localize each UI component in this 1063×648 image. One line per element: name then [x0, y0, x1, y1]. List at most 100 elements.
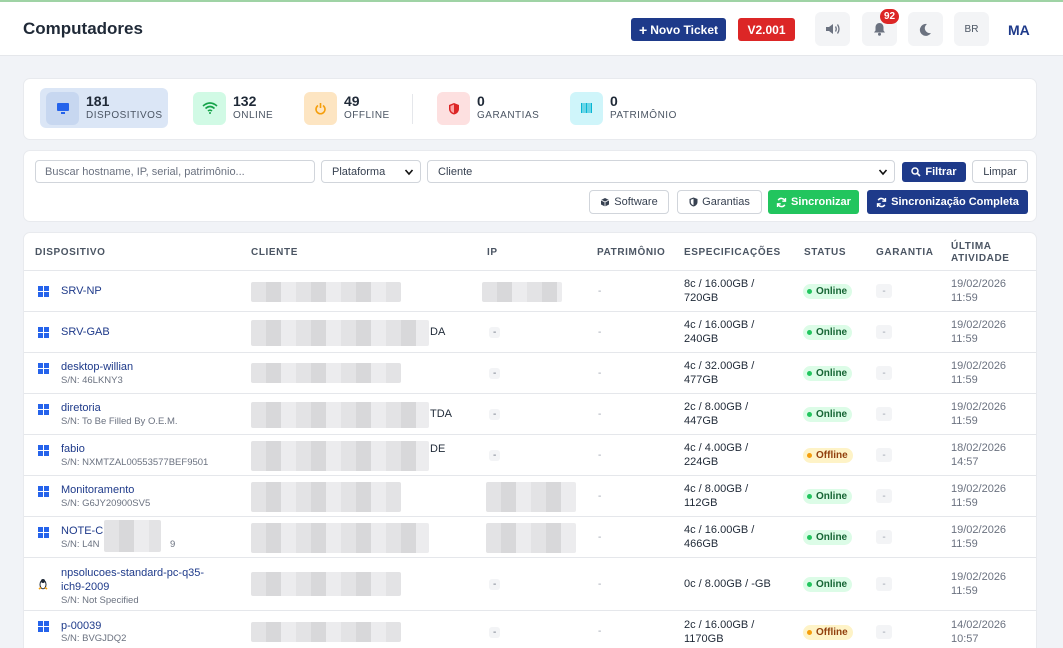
table-row[interactable]: SRV-NP - 8c / 16.00GB /720GB Online - 19… [24, 271, 1036, 312]
stat-online-value: 132 [233, 92, 257, 109]
warranty-badge: - [876, 366, 892, 380]
notification-count-badge: 92 [880, 9, 900, 24]
theme-toggle-button[interactable] [908, 12, 943, 46]
stat-devices[interactable]: 181 DISPOSITIVOS [40, 88, 168, 128]
shield-icon [437, 91, 470, 125]
filter-button[interactable]: Filtrar [902, 162, 966, 182]
version-button[interactable]: V2.001 [738, 18, 795, 41]
last-activity: 19/02/2026 11:59 [951, 278, 1007, 304]
last-activity: 18/02/2026 14:57 [951, 442, 1007, 468]
last-activity: 19/02/2026 11:59 [951, 360, 1007, 386]
device-serial: S/N: BVGJDQ2 [61, 633, 127, 644]
col-client[interactable]: CLIENTE [251, 247, 298, 259]
user-avatar[interactable]: MA [1008, 22, 1030, 38]
col-ip[interactable]: IP [487, 247, 498, 259]
device-name[interactable]: npsolucoes-standard-pc-q35- ich9-2009 [61, 566, 204, 594]
chevron-down-icon [404, 169, 414, 176]
search-input[interactable] [35, 160, 315, 183]
new-ticket-button[interactable]: + Novo Ticket [631, 18, 726, 41]
stat-devices-label: DISPOSITIVOS [86, 109, 163, 121]
device-name[interactable]: desktop-willian [61, 360, 133, 374]
device-name[interactable]: NOTE-C [61, 524, 103, 538]
specs-value: 4c / 8.00GB /112GB [684, 483, 749, 509]
ip-value: - [489, 448, 501, 463]
status-badge: Online [803, 284, 853, 299]
device-name[interactable]: SRV-NP [61, 284, 102, 298]
page-title: Computadores [23, 19, 143, 38]
col-status[interactable]: STATUS [804, 247, 846, 259]
asset-value: - [598, 579, 602, 590]
table-row[interactable]: SRV-GAB DA - - 4c / 16.00GB /240GB Onlin… [24, 312, 1036, 353]
stat-warranties[interactable]: 0 GARANTIAS [431, 88, 551, 128]
warranty-badge: - [876, 407, 892, 421]
warranties-button-label: Garantias [702, 196, 750, 208]
client-redacted [251, 320, 429, 346]
refresh-icon [876, 197, 887, 207]
table-row[interactable]: desktop-willian S/N: 46LKNY3 - - 4c / 32… [24, 353, 1036, 394]
last-activity: 19/02/2026 11:59 [951, 319, 1007, 345]
stat-offline[interactable]: 49 OFFLINE [298, 88, 398, 128]
platform-select[interactable]: Plataforma [321, 160, 421, 183]
device-name[interactable]: diretoria [61, 401, 101, 415]
device-serial: S/N: G6JY20900SV5 [61, 498, 151, 509]
table-row[interactable]: fabio S/N: NXMTZAL00553577BEF9501 DE - -… [24, 435, 1036, 476]
wifi-icon [193, 91, 226, 125]
device-name[interactable]: p-00039 [61, 619, 101, 633]
client-redacted [251, 441, 429, 471]
asset-value: - [598, 626, 602, 637]
col-specs[interactable]: ESPECIFICAÇÕES [684, 247, 781, 259]
last-activity: 14/02/2026 10:57 [951, 619, 1007, 645]
col-activity[interactable]: ÚLTIMA ATIVIDADE [951, 241, 1010, 265]
ip-value: - [489, 366, 501, 381]
warranty-badge: - [876, 284, 892, 298]
new-ticket-label: Novo Ticket [650, 22, 718, 37]
device-serial: S/N: To Be Filled By O.E.M. [61, 416, 178, 427]
specs-value: 4c / 32.00GB /477GB [684, 360, 755, 386]
table-row[interactable]: p-00039 S/N: BVGJDQ2 - - 2c / 16.00GB /1… [24, 611, 1036, 648]
stat-online[interactable]: 132 ONLINE [187, 88, 287, 128]
sound-toggle-button[interactable] [815, 12, 850, 46]
device-serial: S/N: Not Specified [61, 595, 139, 606]
asset-value: - [598, 327, 602, 338]
device-serial: S/N: 46LKNY3 [61, 375, 123, 386]
stat-assets-label: PATRIMÔNIO [610, 109, 677, 121]
device-name[interactable]: fabio [61, 442, 85, 456]
specs-value: 4c / 16.00GB /240GB [684, 319, 755, 345]
asset-value: - [598, 450, 602, 461]
sync-button[interactable]: Sincronizar [768, 190, 859, 214]
specs-value: 4c / 4.00GB /224GB [684, 442, 749, 468]
platform-select-value: Plataforma [332, 165, 386, 178]
device-serial: S/N: NXMTZAL00553577BEF9501 [61, 457, 209, 468]
ip-redacted [486, 523, 576, 553]
table-row[interactable]: npsolucoes-standard-pc-q35- ich9-2009 S/N… [24, 558, 1036, 611]
table-row[interactable]: Monitoramento S/N: G6JY20900SV5 - 4c / 8… [24, 476, 1036, 517]
table-row[interactable]: diretoria S/N: To Be Filled By O.E.M. TD… [24, 394, 1036, 435]
last-activity: 19/02/2026 11:59 [951, 571, 1007, 597]
warranty-badge: - [876, 448, 892, 462]
filter-button-label: Filtrar [925, 166, 957, 178]
device-name[interactable]: SRV-GAB [61, 325, 110, 339]
refresh-icon [776, 197, 787, 207]
col-warranty[interactable]: GARANTIA [876, 247, 934, 259]
table-row[interactable]: NOTE-C S/N: L4N 9 - 4c / 16.00GB /466GB … [24, 517, 1036, 558]
warranty-badge: - [876, 625, 892, 639]
stat-assets[interactable]: 0 PATRIMÔNIO [564, 88, 684, 128]
software-button[interactable]: Software [589, 190, 669, 214]
device-name[interactable]: Monitoramento [61, 483, 134, 497]
client-select[interactable]: Cliente [427, 160, 895, 183]
status-badge: Online [803, 366, 853, 381]
filter-panel: Plataforma Cliente Filtrar Limpar Softwa… [23, 150, 1037, 222]
barcode-icon [570, 91, 603, 125]
clear-button[interactable]: Limpar [972, 160, 1028, 183]
shield-icon [689, 197, 698, 207]
language-button[interactable]: BR [954, 12, 989, 46]
full-sync-button[interactable]: Sincronização Completa [867, 190, 1028, 214]
col-asset[interactable]: PATRIMÔNIO [597, 247, 665, 259]
table-header: DISPOSITIVO CLIENTE IP PATRIMÔNIO ESPECI… [24, 233, 1036, 271]
specs-value: 8c / 16.00GB /720GB [684, 278, 755, 304]
windows-icon [38, 327, 49, 338]
col-device[interactable]: DISPOSITIVO [35, 247, 106, 259]
stats-divider [412, 94, 413, 124]
warranties-button[interactable]: Garantias [677, 190, 762, 214]
full-sync-button-label: Sincronização Completa [891, 196, 1019, 208]
